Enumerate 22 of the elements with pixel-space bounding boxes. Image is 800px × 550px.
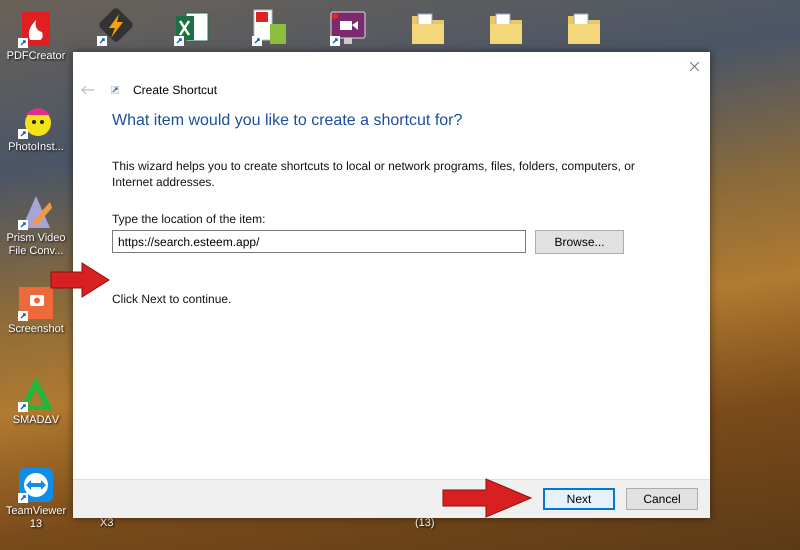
icon-label: SMADΔV (12, 414, 60, 427)
icon-label: (13) (415, 517, 435, 529)
browse-button[interactable]: Browse... (535, 230, 624, 254)
icon-label: Prism Video File Conv... (5, 232, 67, 258)
location-label: Type the location of the item: (112, 212, 266, 226)
next-button[interactable]: Next (543, 488, 615, 510)
icon-label: X3 (100, 517, 114, 529)
annotation-arrow-icon (442, 478, 532, 518)
shortcut-icon (111, 86, 119, 94)
window-title: Create Shortcut (133, 83, 218, 97)
annotation-arrow-icon (50, 262, 110, 298)
icon-label: PDFCreator (6, 50, 66, 63)
description-text: This wizard helps you to create shortcuts to local or network programs, files, folders, computers, or Internet addresses. (112, 158, 636, 190)
icon-label: PhotoInst... (7, 141, 65, 154)
icon-label: TeamViewer 13 (4, 505, 68, 531)
lightning-icon[interactable] (95, 8, 135, 48)
icon-label: Screenshot (7, 323, 65, 336)
hint-text: Click Next to continue. (112, 292, 232, 306)
location-input[interactable]: https://search.esteem.app/ (112, 230, 526, 253)
wizard-heading: What item would you like to create a shortcut for? (112, 112, 464, 130)
cancel-button[interactable]: Cancel (626, 488, 698, 510)
close-icon[interactable] (689, 61, 700, 72)
